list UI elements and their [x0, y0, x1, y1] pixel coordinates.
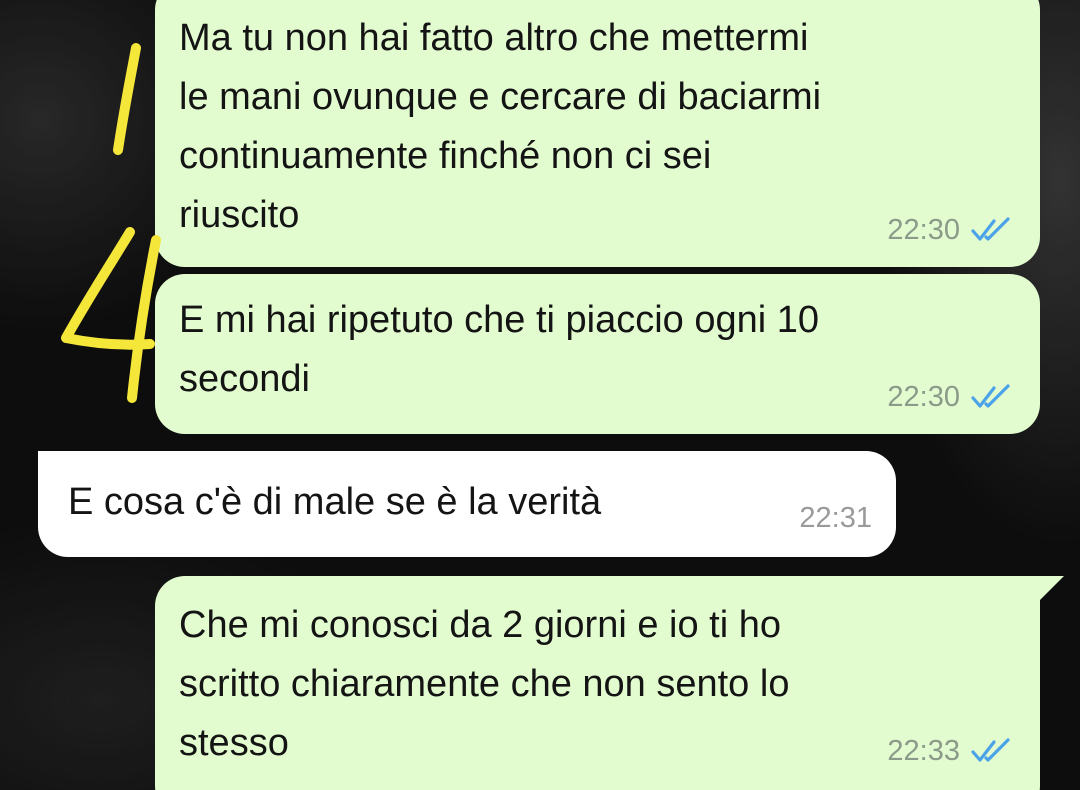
outgoing-message-bubble[interactable]: Ma tu non hai fatto altro che mettermi l…: [155, 0, 1040, 267]
message-time: 22:30: [887, 381, 960, 413]
outgoing-bubble-tail: [1038, 576, 1064, 602]
message-meta: 22:30: [887, 213, 1012, 247]
outgoing-message-bubble[interactable]: E mi hai ripetuto che ti piaccio ogni 10…: [155, 274, 1040, 434]
message-time: 22:31: [799, 502, 872, 534]
double-check-read-icon: [971, 738, 1010, 762]
message-meta: 22:31: [799, 501, 872, 535]
message-time: 22:30: [887, 214, 960, 246]
message-text: E cosa c'è di male se è la verità: [68, 481, 602, 523]
incoming-message-bubble[interactable]: E cosa c'è di male se è la verità 22:31: [38, 451, 896, 557]
message-text: Ma tu non hai fatto altro che mettermi l…: [179, 17, 822, 236]
message-meta: 22:33: [887, 734, 1012, 768]
double-check-read-icon: [971, 217, 1010, 241]
outgoing-message-bubble[interactable]: Che mi conosci da 2 giorni e io ti ho sc…: [155, 576, 1040, 790]
message-time: 22:33: [887, 735, 960, 767]
double-check-read-icon: [971, 384, 1010, 408]
message-meta: 22:30: [887, 380, 1012, 414]
chat-view: Ma tu non hai fatto altro che mettermi l…: [0, 0, 1080, 790]
